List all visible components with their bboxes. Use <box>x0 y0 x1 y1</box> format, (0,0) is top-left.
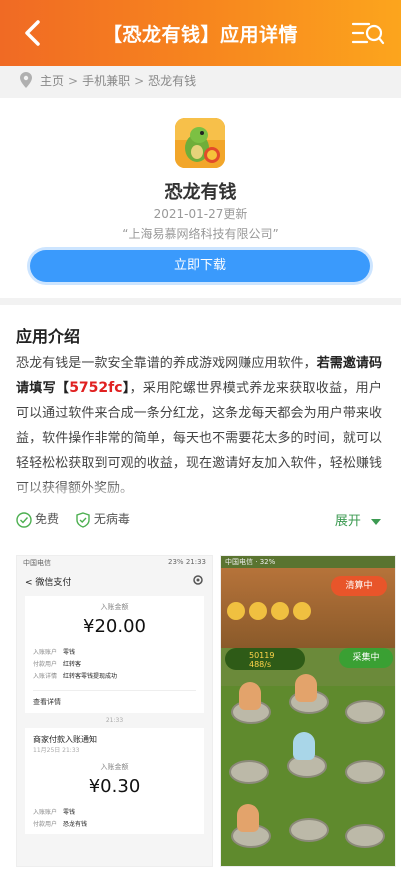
location-pin-icon <box>20 72 32 88</box>
virus-free-badge: 无病毒 <box>75 510 130 528</box>
free-label: 免费 <box>35 512 60 526</box>
app-name: 恐龙有钱 <box>164 182 237 203</box>
gear-icon <box>193 575 203 585</box>
intro-invite-bracket: 】 <box>122 381 130 396</box>
breadcrumb-category[interactable]: 手机兼职 <box>82 74 130 88</box>
screenshot-game[interactable]: 中国电信 · 32% 清算中 50119 488/s 采集中 <box>220 555 396 867</box>
top-header: 【恐龙有钱】应用详情 <box>0 0 401 66</box>
breadcrumb-home[interactable]: 主页 <box>40 74 64 88</box>
app-introduction: 应用介绍 恐龙有钱是一款安全靠谱的养成游戏网赚应用软件，若需邀请码请填写【575… <box>0 305 401 874</box>
shield-check-icon <box>76 511 90 528</box>
update-date: 2021-01-27更新 <box>153 207 248 221</box>
intro-heading: 应用介绍 <box>16 327 81 346</box>
check-circle-icon <box>16 511 32 528</box>
download-button[interactable]: 立即下载 <box>30 250 370 282</box>
breadcrumb-current[interactable]: 恐龙有钱 <box>148 74 196 88</box>
page-title: 【恐龙有钱】应用详情 <box>102 24 298 46</box>
game-top-panel: 清算中 <box>221 568 395 648</box>
game-coin-bar: 50119 488/s 采集中 <box>225 648 393 670</box>
app-info-card: 恐龙有钱 2021-01-27更新 “上海易慕网络科技有限公司” 立即下载 <box>0 98 401 298</box>
caret-down-icon <box>371 518 381 525</box>
menu-search-icon[interactable] <box>351 20 385 48</box>
status-bar: 中国电信 · 32% <box>221 556 395 568</box>
intro-text: 恐龙有钱是一款安全靠谱的养成游戏网赚应用软件，若需邀请码请填写【5752fc】，… <box>16 351 382 501</box>
app-icon <box>175 118 225 168</box>
expand-button[interactable]: 展开 <box>335 510 381 529</box>
virus-free-label: 无病毒 <box>93 512 130 526</box>
screenshot-wechat-pay[interactable]: 中国电信 23% 21:33 < 微信支付 入账金额 ¥20.00 入账账户 零钱… <box>16 555 213 867</box>
status-bar: 中国电信 23% 21:33 <box>17 556 212 570</box>
notice-card: 商家付款入账通知 11月25日 21:33 入账金额 ¥0.30 入账账户 零钱 … <box>25 728 204 834</box>
game-field <box>221 674 395 866</box>
intro-text-part2: ，采用陀螺世界模式养龙来获取收益，用户可以通过软件来合成一条分红龙，这条龙每天都… <box>16 381 382 496</box>
free-badge: 免费 <box>16 510 59 528</box>
breadcrumb: 主页 > 手机兼职 > 恐龙有钱 <box>0 66 401 94</box>
wechat-pay-bar: < 微信支付 <box>17 570 212 592</box>
badges: 免费 无病毒 <box>16 510 142 528</box>
invite-code: 5752fc <box>69 380 123 396</box>
payment-card: 入账金额 ¥20.00 入账账户 零钱 付款用户 红转客 入账详情 红转客零钱提现成功… <box>25 596 204 713</box>
developer-name: “上海易慕网络科技有限公司” <box>122 227 279 241</box>
text-fade <box>16 481 382 503</box>
expand-label: 展开 <box>334 514 361 529</box>
intro-text-part1: 恐龙有钱是一款安全靠谱的养成游戏网赚应用软件， <box>16 356 317 371</box>
screenshot-gallery[interactable]: 中国电信 23% 21:33 < 微信支付 入账金额 ¥20.00 入账账户 零钱… <box>16 555 396 867</box>
